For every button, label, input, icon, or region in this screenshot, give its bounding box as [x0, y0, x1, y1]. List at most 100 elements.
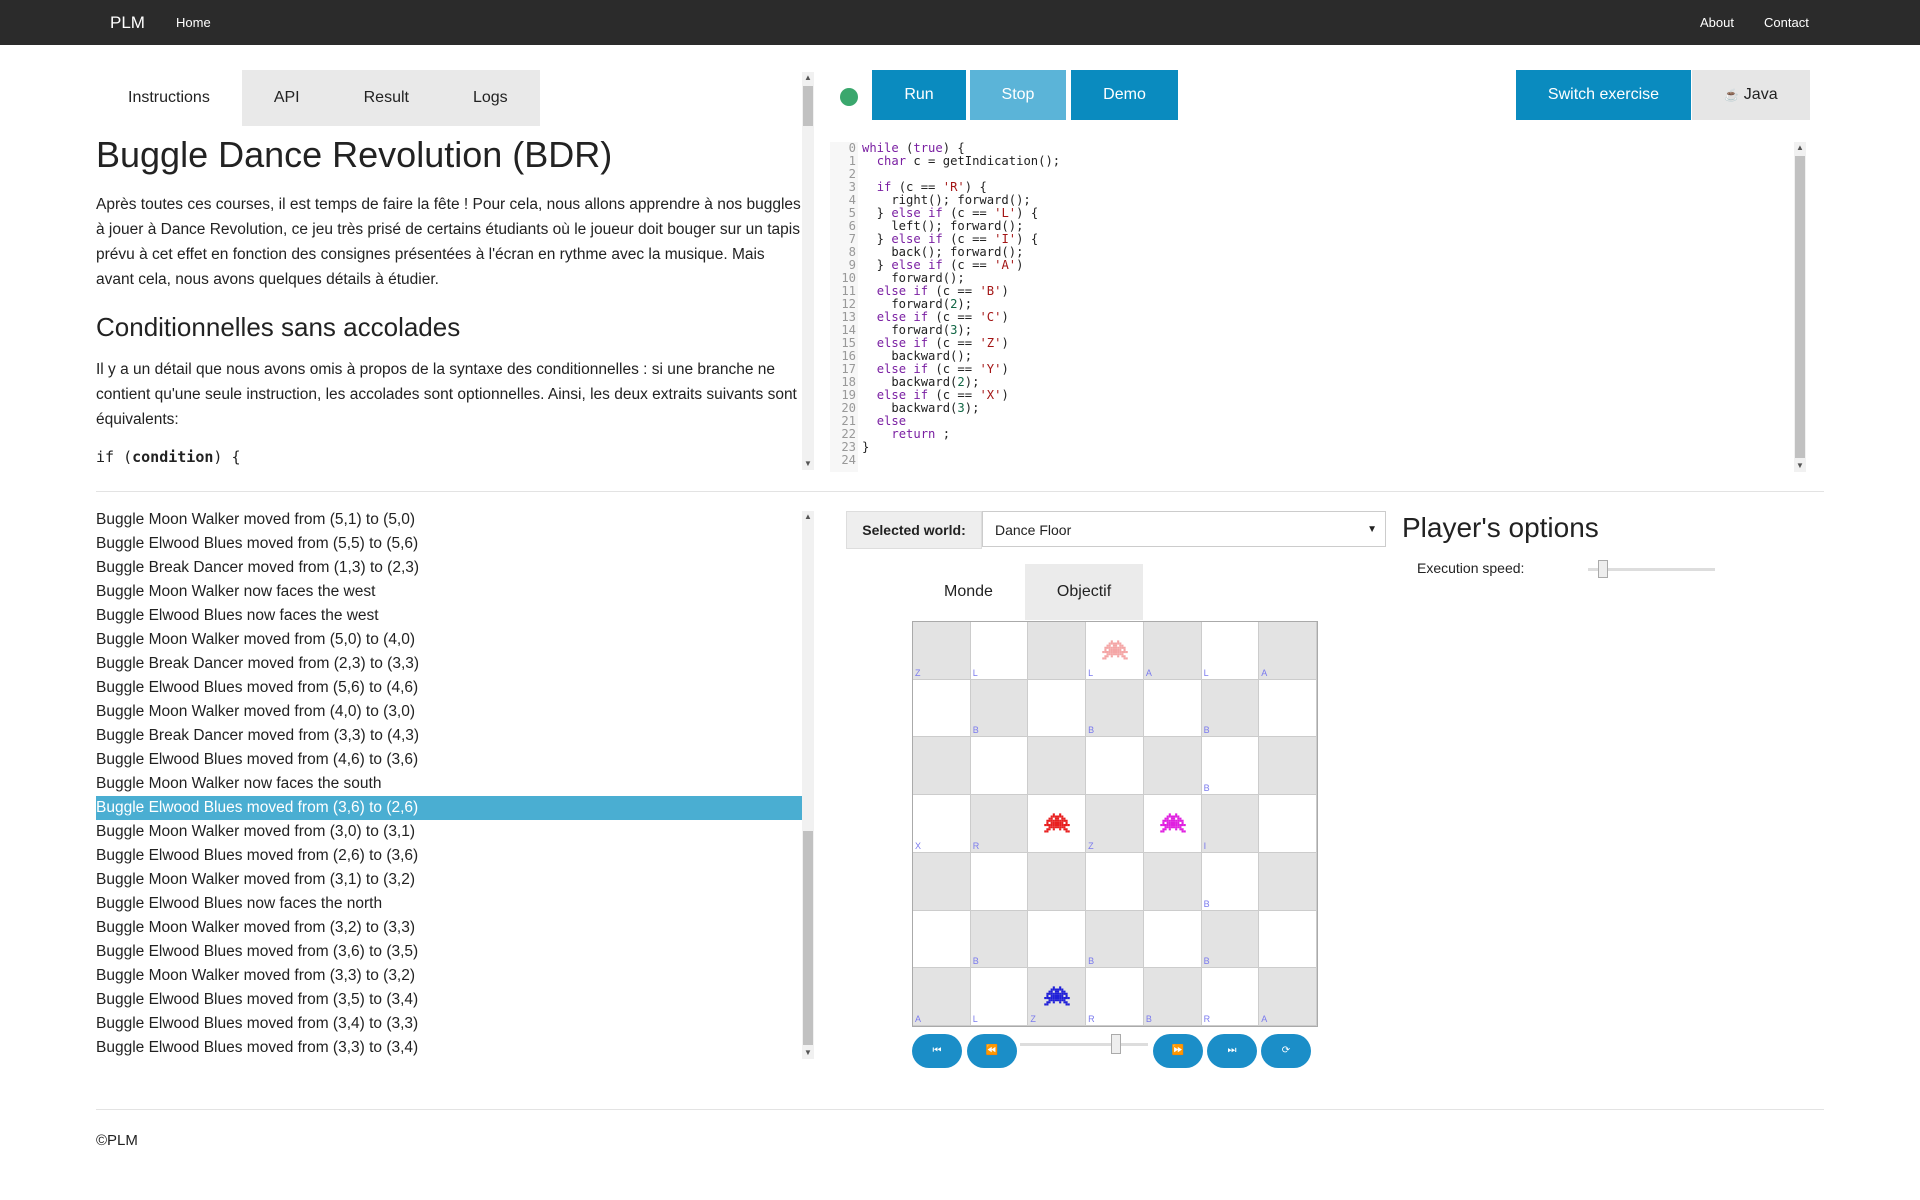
prev-step-button[interactable]: ⏪ — [967, 1034, 1017, 1068]
log-entry[interactable]: Buggle Elwood Blues moved from (4,6) to … — [96, 748, 802, 772]
step-slider[interactable] — [1020, 1043, 1148, 1046]
reset-button[interactable]: ⟳ — [1261, 1034, 1311, 1068]
grid-cell: Z — [913, 622, 971, 680]
log-entry[interactable]: Buggle Moon Walker moved from (3,2) to (… — [96, 916, 802, 940]
brand-link[interactable]: PLM — [110, 0, 145, 45]
tab-logs[interactable]: Logs — [440, 70, 540, 126]
logs-scroll-up-icon[interactable]: ▲ — [802, 511, 814, 523]
log-entry[interactable]: Buggle Elwood Blues moved from (5,6) to … — [96, 676, 802, 700]
instructions-scrollbar[interactable]: ▲ ▼ — [802, 72, 814, 470]
editor-scroll-down-icon[interactable]: ▼ — [1794, 460, 1806, 472]
demo-button[interactable]: Demo — [1071, 70, 1178, 120]
cell-letter: X — [915, 840, 922, 851]
code-text: if (c == 'R') { — [876, 180, 987, 194]
log-entry[interactable]: Buggle Moon Walker moved from (5,1) to (… — [96, 508, 802, 532]
execution-speed-handle[interactable] — [1598, 560, 1609, 578]
tab-monde[interactable]: Monde — [912, 564, 1025, 620]
code-text: } — [862, 440, 870, 454]
editor-scroll-thumb[interactable] — [1795, 156, 1805, 458]
log-entry[interactable]: Buggle Break Dancer moved from (3,3) to … — [96, 724, 802, 748]
grid-cell — [1259, 910, 1317, 969]
switch-exercise-button[interactable]: Switch exercise — [1516, 70, 1691, 120]
log-entry[interactable]: Buggle Moon Walker moved from (5,0) to (… — [96, 628, 802, 652]
log-entry[interactable]: Buggle Break Dancer moved from (2,3) to … — [96, 652, 802, 676]
nav-about-link[interactable]: About — [1700, 0, 1734, 45]
log-entry[interactable]: Buggle Moon Walker now faces the south — [96, 772, 802, 796]
cell-letter: Z — [1030, 1013, 1036, 1024]
buggle-icon — [1044, 986, 1071, 1006]
grid-cell — [1028, 622, 1087, 680]
grid-cell: B — [1201, 852, 1260, 911]
code-text: backward(); — [862, 349, 973, 363]
world-select[interactable]: Dance Floor ▼ — [982, 511, 1386, 547]
grid-cell — [1259, 852, 1317, 911]
log-entry[interactable]: Buggle Elwood Blues now faces the west — [96, 604, 802, 628]
editor-line[interactable]: 1 char c = getIndication(); — [830, 155, 1060, 168]
editor-line[interactable]: 2 — [830, 168, 862, 181]
code-editor[interactable]: 0 while (true) {1 char c = getIndication(… — [830, 142, 1808, 472]
log-entry[interactable]: Buggle Break Dancer moved from (1,3) to … — [96, 556, 802, 580]
language-button[interactable]: ☕ Java — [1692, 70, 1810, 120]
log-entry[interactable]: Buggle Moon Walker moved from (3,1) to (… — [96, 868, 802, 892]
world-select-label: Selected world: — [846, 511, 982, 549]
grid-cell — [1143, 910, 1202, 969]
log-entry[interactable]: Buggle Moon Walker moved from (3,0) to (… — [96, 820, 802, 844]
logs-scrollbar[interactable]: ▲ ▼ — [802, 511, 814, 1059]
grid-cell: B — [1143, 968, 1202, 1026]
grid-cell — [1086, 852, 1144, 911]
code-text: return ; — [891, 427, 951, 441]
editor-scroll-up-icon[interactable]: ▲ — [1794, 142, 1806, 154]
next-step-button[interactable]: ⏩ — [1153, 1034, 1203, 1068]
last-step-button[interactable]: ⏭ — [1207, 1034, 1257, 1068]
log-entry[interactable]: Buggle Elwood Blues moved from (5,5) to … — [96, 532, 802, 556]
fast-forward-icon: ⏩ — [1171, 1045, 1185, 1056]
stop-button[interactable]: Stop — [970, 70, 1066, 120]
log-entry[interactable]: Buggle Elwood Blues moved from (2,6) to … — [96, 844, 802, 868]
instructions-scroll-thumb[interactable] — [803, 86, 813, 126]
cell-letter: B — [1203, 898, 1210, 909]
tab-api[interactable]: API — [241, 70, 332, 126]
cell-letter: A — [1145, 667, 1152, 678]
log-entry[interactable]: Buggle Elwood Blues moved from (3,3) to … — [96, 1036, 802, 1058]
log-entry[interactable]: Buggle Moon Walker moved from (3,3) to (… — [96, 964, 802, 988]
tab-result[interactable]: Result — [331, 70, 441, 126]
log-entry[interactable]: Buggle Elwood Blues moved from (3,5) to … — [96, 988, 802, 1012]
language-label: Java — [1743, 86, 1778, 103]
run-button[interactable]: Run — [872, 70, 966, 120]
refresh-icon: ⟳ — [1281, 1045, 1291, 1056]
tab-objectif[interactable]: Objectif — [1024, 564, 1144, 620]
step-handle[interactable] — [1111, 1034, 1121, 1054]
rewind-icon: ⏪ — [985, 1045, 999, 1056]
editor-line[interactable]: 24 — [830, 454, 862, 467]
world-select-value: Dance Floor — [995, 522, 1072, 538]
nav-contact-link[interactable]: Contact — [1764, 0, 1809, 45]
log-entry[interactable]: Buggle Elwood Blues moved from (3,6) to … — [96, 796, 802, 820]
players-options-title: Player's options — [1402, 512, 1599, 543]
log-entry[interactable]: Buggle Elwood Blues moved from (3,6) to … — [96, 940, 802, 964]
editor-scrollbar[interactable]: ▲ ▼ — [1794, 142, 1806, 472]
logs-scroll-down-icon[interactable]: ▼ — [802, 1047, 814, 1059]
grid-cell — [970, 737, 1029, 796]
grid-cell — [1259, 737, 1317, 796]
scroll-down-icon[interactable]: ▼ — [802, 458, 814, 470]
scroll-up-icon[interactable]: ▲ — [802, 72, 814, 84]
log-entry[interactable]: Buggle Moon Walker now faces the west — [96, 580, 802, 604]
cell-letter: L — [1203, 667, 1209, 678]
log-entry[interactable]: Buggle Moon Walker moved from (4,0) to (… — [96, 700, 802, 724]
grid-cell: R — [1201, 968, 1260, 1026]
code-text: forward(); — [862, 271, 965, 285]
logs-scroll-thumb[interactable] — [803, 831, 813, 1045]
log-entry[interactable]: Buggle Elwood Blues moved from (3,4) to … — [96, 1012, 802, 1036]
buggle-icon — [1102, 640, 1128, 660]
log-entry[interactable]: Buggle Elwood Blues now faces the north — [96, 892, 802, 916]
first-step-button[interactable]: ⏮ — [912, 1034, 962, 1068]
grid-cell: X — [913, 795, 971, 853]
tab-instructions[interactable]: Instructions — [96, 70, 242, 126]
grid-cell — [1086, 737, 1144, 796]
code-text: } else if (c == 'I') { — [862, 232, 1039, 246]
cell-letter: Z — [915, 667, 921, 678]
cell-letter: A — [1261, 1013, 1268, 1024]
log-list: Buggle Moon Walker moved from (5,1) to (… — [96, 508, 802, 1058]
nav-home-link[interactable]: Home — [176, 0, 211, 45]
cell-letter: L — [1088, 667, 1094, 678]
